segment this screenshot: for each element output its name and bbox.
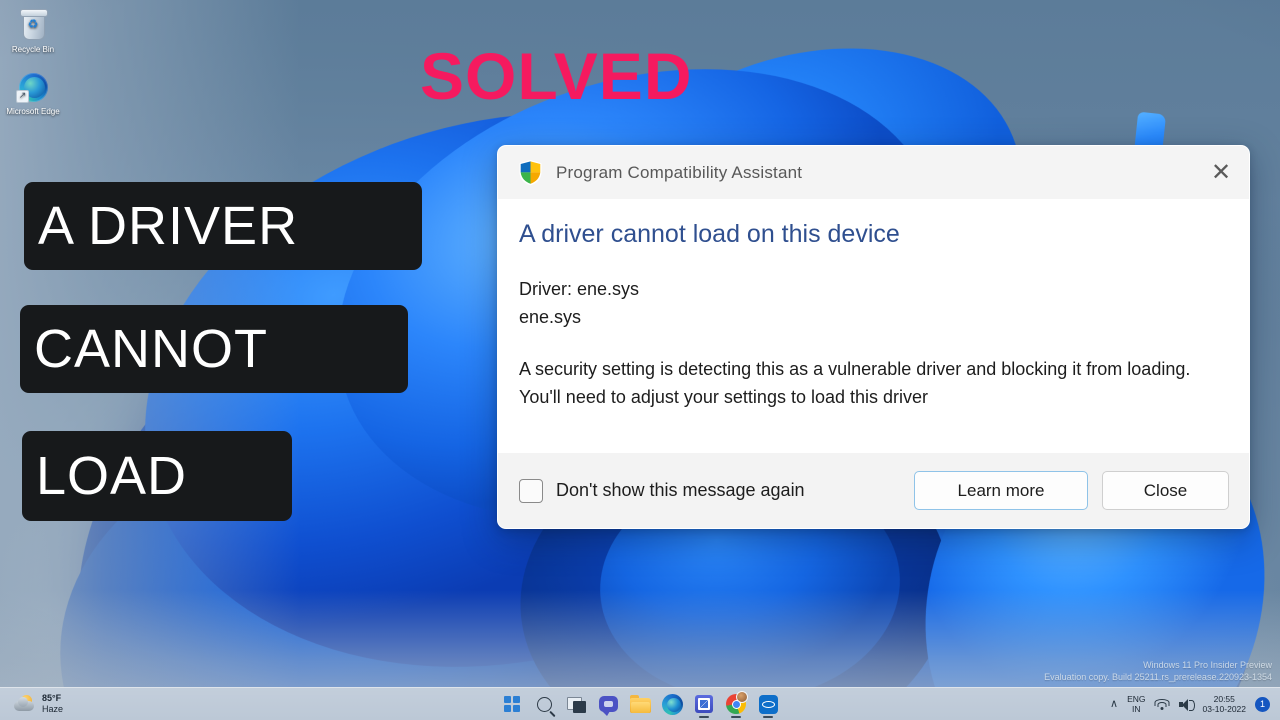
close-icon[interactable]: ✕ xyxy=(1193,146,1249,199)
shortcut-arrow-icon: ↗ xyxy=(16,90,29,103)
taskbar-item-file-explorer[interactable] xyxy=(627,691,653,717)
dialog-title-text: Program Compatibility Assistant xyxy=(556,162,803,182)
taskbar[interactable]: 85°F Haze ∧ ENG IN 20:55 03-10-2022 1 xyxy=(0,687,1280,720)
driver-name-line: Driver: ene.sys xyxy=(519,279,640,299)
language-indicator[interactable]: ENG IN xyxy=(1127,694,1145,714)
caption-text: LOAD xyxy=(36,446,188,506)
caption-box-2: CANNOT xyxy=(20,305,408,393)
caption-text: A DRIVER xyxy=(38,196,299,256)
taskbar-item-teamviewer[interactable] xyxy=(755,691,781,718)
checkbox-label: Don't show this message again xyxy=(556,480,805,500)
watermark-line-2: Evaluation copy. Build 25211.rs_prerelea… xyxy=(1044,672,1272,682)
microsoft-edge-icon: ↗ xyxy=(16,70,50,104)
program-compatibility-assistant-dialog[interactable]: Program Compatibility Assistant ✕ A driv… xyxy=(497,145,1250,529)
taskbar-item-task-view[interactable] xyxy=(563,691,589,717)
wifi-icon[interactable] xyxy=(1154,698,1170,710)
language-line-2: IN xyxy=(1132,704,1141,714)
dialog-footer: Don't show this message again Learn more… xyxy=(498,453,1249,528)
dialog-title-bar[interactable]: Program Compatibility Assistant ✕ xyxy=(498,146,1249,199)
chat-icon xyxy=(598,696,618,716)
system-tray[interactable]: ∧ ENG IN 20:55 03-10-2022 1 xyxy=(1110,688,1280,720)
avatar xyxy=(736,691,748,703)
taskbar-item-edge[interactable] xyxy=(659,691,685,717)
store-icon xyxy=(695,695,713,713)
language-line-1: ENG xyxy=(1127,694,1146,704)
dont-show-again-checkbox[interactable]: Don't show this message again xyxy=(519,478,805,503)
driver-file-line: ene.sys xyxy=(519,307,582,327)
edge-icon xyxy=(661,693,683,715)
desktop-icon-recycle-bin[interactable]: ♻ Recycle Bin xyxy=(0,8,66,55)
desktop-icon-microsoft-edge[interactable]: ↗ Microsoft Edge xyxy=(0,70,66,117)
caption-box-3: LOAD xyxy=(22,431,292,521)
task-view-icon xyxy=(564,693,588,715)
clock-date: 03-10-2022 xyxy=(1202,704,1246,714)
clock[interactable]: 20:55 03-10-2022 xyxy=(1203,694,1246,714)
clock-time: 20:55 xyxy=(1213,694,1235,704)
learn-more-button[interactable]: Learn more xyxy=(914,471,1088,510)
watermark-line-1: Windows 11 Pro Insider Preview xyxy=(1143,660,1272,670)
chrome-icon xyxy=(726,691,748,714)
taskbar-item-search[interactable] xyxy=(531,691,557,717)
dialog-description: A security setting is detecting this as … xyxy=(519,359,1191,407)
notification-badge[interactable]: 1 xyxy=(1255,696,1270,712)
taskbar-item-store[interactable] xyxy=(691,691,717,718)
speaker-icon[interactable] xyxy=(1178,698,1195,711)
desktop-icon-label: Recycle Bin xyxy=(11,45,55,54)
windows-activation-watermark: Windows 11 Pro Insider Preview Evaluatio… xyxy=(1044,659,1272,683)
dialog-body: A driver cannot load on this device Driv… xyxy=(498,199,1249,411)
taskbar-center-icons xyxy=(0,691,1280,718)
caption-text: CANNOT xyxy=(34,319,268,379)
taskbar-item-start[interactable] xyxy=(499,691,525,717)
chevron-up-icon[interactable]: ∧ xyxy=(1110,698,1118,710)
start-icon xyxy=(504,696,520,712)
shield-icon xyxy=(518,159,543,186)
solved-title: SOLVED xyxy=(420,39,693,113)
teamviewer-icon xyxy=(758,694,778,714)
recycle-bin-icon: ♻ xyxy=(16,8,50,42)
dialog-heading: A driver cannot load on this device xyxy=(519,220,900,248)
caption-box-1: A DRIVER xyxy=(24,182,422,270)
search-icon xyxy=(536,696,552,712)
taskbar-item-chat[interactable] xyxy=(595,691,621,717)
taskbar-item-chrome[interactable] xyxy=(723,691,749,718)
checkbox-box-icon[interactable] xyxy=(519,478,543,503)
desktop-icon-label: Microsoft Edge xyxy=(6,107,60,116)
folder-icon xyxy=(628,694,653,715)
close-button[interactable]: Close xyxy=(1102,471,1229,510)
